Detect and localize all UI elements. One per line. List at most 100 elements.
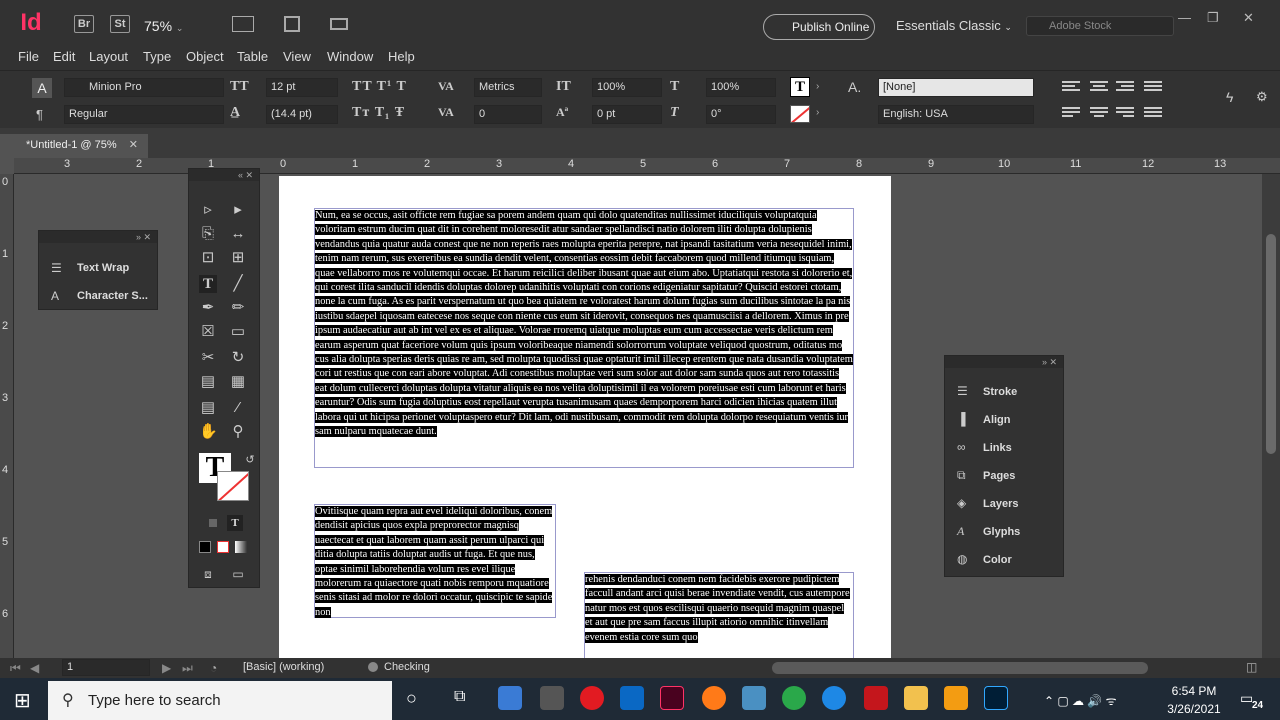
panel-item-layers[interactable]: Layers bbox=[983, 498, 1018, 510]
direct-selection-tool-icon[interactable]: ▸ bbox=[229, 201, 247, 219]
photoshop-icon[interactable] bbox=[984, 686, 1008, 710]
leading-field[interactable]: (14.4 pt) bbox=[266, 105, 338, 124]
free-transform-tool-icon[interactable]: ↻ bbox=[229, 349, 247, 367]
baseline-shift-field[interactable]: 0 pt bbox=[592, 105, 662, 124]
justify-left-icon[interactable] bbox=[1062, 107, 1080, 121]
vertical-scrollbar[interactable] bbox=[1262, 174, 1280, 658]
formatting-text-icon[interactable]: T bbox=[227, 515, 243, 531]
align-justify-icon[interactable] bbox=[1144, 81, 1162, 95]
font-family-field[interactable]: Minion Pro bbox=[64, 78, 224, 97]
horizontal-scale-field[interactable]: 100% bbox=[706, 78, 776, 97]
chrome-icon[interactable] bbox=[782, 686, 806, 710]
scroll-thumb[interactable] bbox=[1266, 234, 1276, 454]
menu-edit[interactable]: Edit bbox=[53, 49, 75, 64]
line-tool-icon[interactable]: ╱ bbox=[229, 275, 247, 293]
align-left-icon[interactable] bbox=[1062, 81, 1080, 95]
apply-color-icon[interactable] bbox=[199, 541, 211, 553]
character-formatting-icon[interactable]: A bbox=[32, 78, 52, 98]
workspace-switcher[interactable]: Essentials Classic ⌄ bbox=[896, 18, 1012, 33]
screen-mode-icon[interactable] bbox=[284, 16, 300, 32]
character-style-field[interactable]: [None] bbox=[878, 78, 1034, 97]
main-text-frame[interactable]: Num, ea se occus, asit officte rem fugia… bbox=[314, 208, 854, 468]
stock-button[interactable]: St bbox=[110, 15, 130, 33]
rectangle-frame-tool-icon[interactable]: ☒ bbox=[199, 323, 217, 341]
kerning-field[interactable]: Metrics bbox=[474, 78, 542, 97]
close-tab-icon[interactable]: ✕ bbox=[129, 134, 138, 156]
maximize-icon[interactable]: ❐ bbox=[1207, 10, 1219, 26]
cortana-icon[interactable]: ○ bbox=[406, 688, 417, 709]
justify-center-icon[interactable] bbox=[1090, 107, 1108, 121]
paragraph-formatting-icon[interactable]: ¶ bbox=[36, 107, 43, 122]
mail-icon[interactable] bbox=[620, 686, 644, 710]
left-text-frame[interactable]: Ovitiisque quam repra aut evel ideliqui … bbox=[314, 504, 556, 618]
document-page[interactable]: Num, ea se occus, asit officte rem fugia… bbox=[279, 176, 891, 658]
next-page-icon[interactable]: ▶ bbox=[162, 661, 171, 675]
note-tool-icon[interactable]: ▤ bbox=[199, 399, 217, 417]
stroke-none-icon[interactable] bbox=[790, 105, 810, 123]
eyedropper-tool-icon[interactable]: ⁄ bbox=[229, 399, 247, 417]
adobe-stock-search[interactable]: Adobe Stock bbox=[1026, 16, 1174, 36]
font-size-field[interactable]: 12 pt bbox=[266, 78, 338, 97]
font-style-field[interactable]: Regular bbox=[64, 105, 224, 124]
quick-apply-icon[interactable]: ϟ bbox=[1226, 89, 1233, 105]
gradient-swatch-tool-icon[interactable]: ▤ bbox=[199, 373, 217, 391]
skew-field[interactable]: 0° bbox=[706, 105, 776, 124]
pen-tool-icon[interactable]: ✒ bbox=[199, 299, 217, 317]
clock-time[interactable]: 6:54 PM bbox=[1164, 684, 1224, 698]
hand-tool-icon[interactable]: ✋ bbox=[199, 423, 218, 441]
formatting-container-icon[interactable] bbox=[209, 519, 217, 527]
page-tool-icon[interactable]: ⎘ bbox=[199, 225, 217, 243]
vlc-icon[interactable] bbox=[944, 686, 968, 710]
panel-item-text-wrap[interactable]: Text Wrap bbox=[77, 262, 129, 274]
vertical-ruler[interactable]: 0 1 2 3 4 5 6 bbox=[0, 174, 14, 658]
panel-header[interactable]: « ✕ bbox=[189, 169, 259, 181]
content-placer-icon[interactable]: ⊞ bbox=[229, 249, 247, 267]
indesign-taskbar-icon[interactable] bbox=[660, 686, 684, 710]
panel-item-color[interactable]: Color bbox=[983, 554, 1012, 566]
publish-online-button[interactable]: Publish Online bbox=[763, 14, 875, 40]
opera-icon[interactable] bbox=[580, 686, 604, 710]
last-page-icon[interactable]: ⏭ bbox=[182, 661, 193, 676]
main-text[interactable]: Num, ea se occus, asit officte rem fugia… bbox=[315, 210, 853, 438]
right-text-frame[interactable]: rehenis dendanduci conem nem facidebis e… bbox=[584, 572, 854, 658]
menu-object[interactable]: Object bbox=[186, 49, 224, 64]
task-view-icon[interactable]: ⧉ bbox=[454, 688, 465, 706]
stroke-swatch-icon[interactable] bbox=[217, 471, 249, 501]
frame-view-icon[interactable] bbox=[232, 16, 254, 32]
minimize-icon[interactable]: — bbox=[1178, 10, 1191, 25]
panel-item-glyphs[interactable]: Glyphs bbox=[983, 526, 1020, 538]
justify-right-icon[interactable] bbox=[1116, 107, 1134, 121]
taskbar-search[interactable]: ⚲ Type here to search bbox=[48, 681, 392, 720]
vertical-scale-field[interactable]: 100% bbox=[592, 78, 662, 97]
arrange-documents-icon[interactable] bbox=[330, 18, 348, 30]
store-icon[interactable] bbox=[498, 686, 522, 710]
language-field[interactable]: English: USA bbox=[878, 105, 1034, 124]
split-view-icon[interactable]: ◫ bbox=[1246, 660, 1257, 674]
apply-none-icon[interactable] bbox=[217, 541, 229, 553]
left-text[interactable]: Ovitiisque quam repra aut evel ideliqui … bbox=[315, 506, 553, 618]
screen-mode-icon[interactable]: ▭ bbox=[229, 565, 247, 583]
swap-fill-stroke-icon[interactable]: ↺ bbox=[241, 451, 259, 469]
horizontal-scroll-thumb[interactable] bbox=[772, 662, 1148, 674]
selection-tool-icon[interactable]: ▹ bbox=[199, 201, 217, 219]
scissors-tool-icon[interactable]: ✂ bbox=[199, 349, 217, 367]
all-caps-icon[interactable]: TT T¹ T bbox=[352, 79, 407, 95]
apply-gradient-icon[interactable] bbox=[235, 541, 247, 553]
content-collector-icon[interactable]: ⊡ bbox=[199, 249, 217, 267]
panel-item-character-styles[interactable]: Character S... bbox=[77, 290, 148, 302]
align-center-icon[interactable] bbox=[1090, 81, 1108, 95]
file-explorer-icon[interactable] bbox=[904, 686, 928, 710]
panel-item-links[interactable]: Links bbox=[983, 442, 1012, 454]
edge-icon[interactable] bbox=[822, 686, 846, 710]
right-text[interactable]: rehenis dendanduci conem nem facidebis e… bbox=[585, 574, 850, 643]
panel-item-pages[interactable]: Pages bbox=[983, 470, 1015, 482]
previous-page-icon[interactable]: ◀ bbox=[30, 661, 39, 675]
tracking-field[interactable]: 0 bbox=[474, 105, 542, 124]
rectangle-tool-icon[interactable]: ▭ bbox=[229, 323, 247, 341]
open-page-icon[interactable]: ◔ bbox=[210, 661, 217, 675]
notepad-icon[interactable] bbox=[742, 686, 766, 710]
gear-icon[interactable]: ⚙ bbox=[1256, 89, 1268, 105]
normal-view-icon[interactable]: ⧈ bbox=[199, 565, 217, 583]
first-page-icon[interactable]: ⏮ bbox=[10, 661, 21, 676]
document-tab[interactable]: *Untitled-1 @ 75% ✕ bbox=[0, 134, 148, 158]
